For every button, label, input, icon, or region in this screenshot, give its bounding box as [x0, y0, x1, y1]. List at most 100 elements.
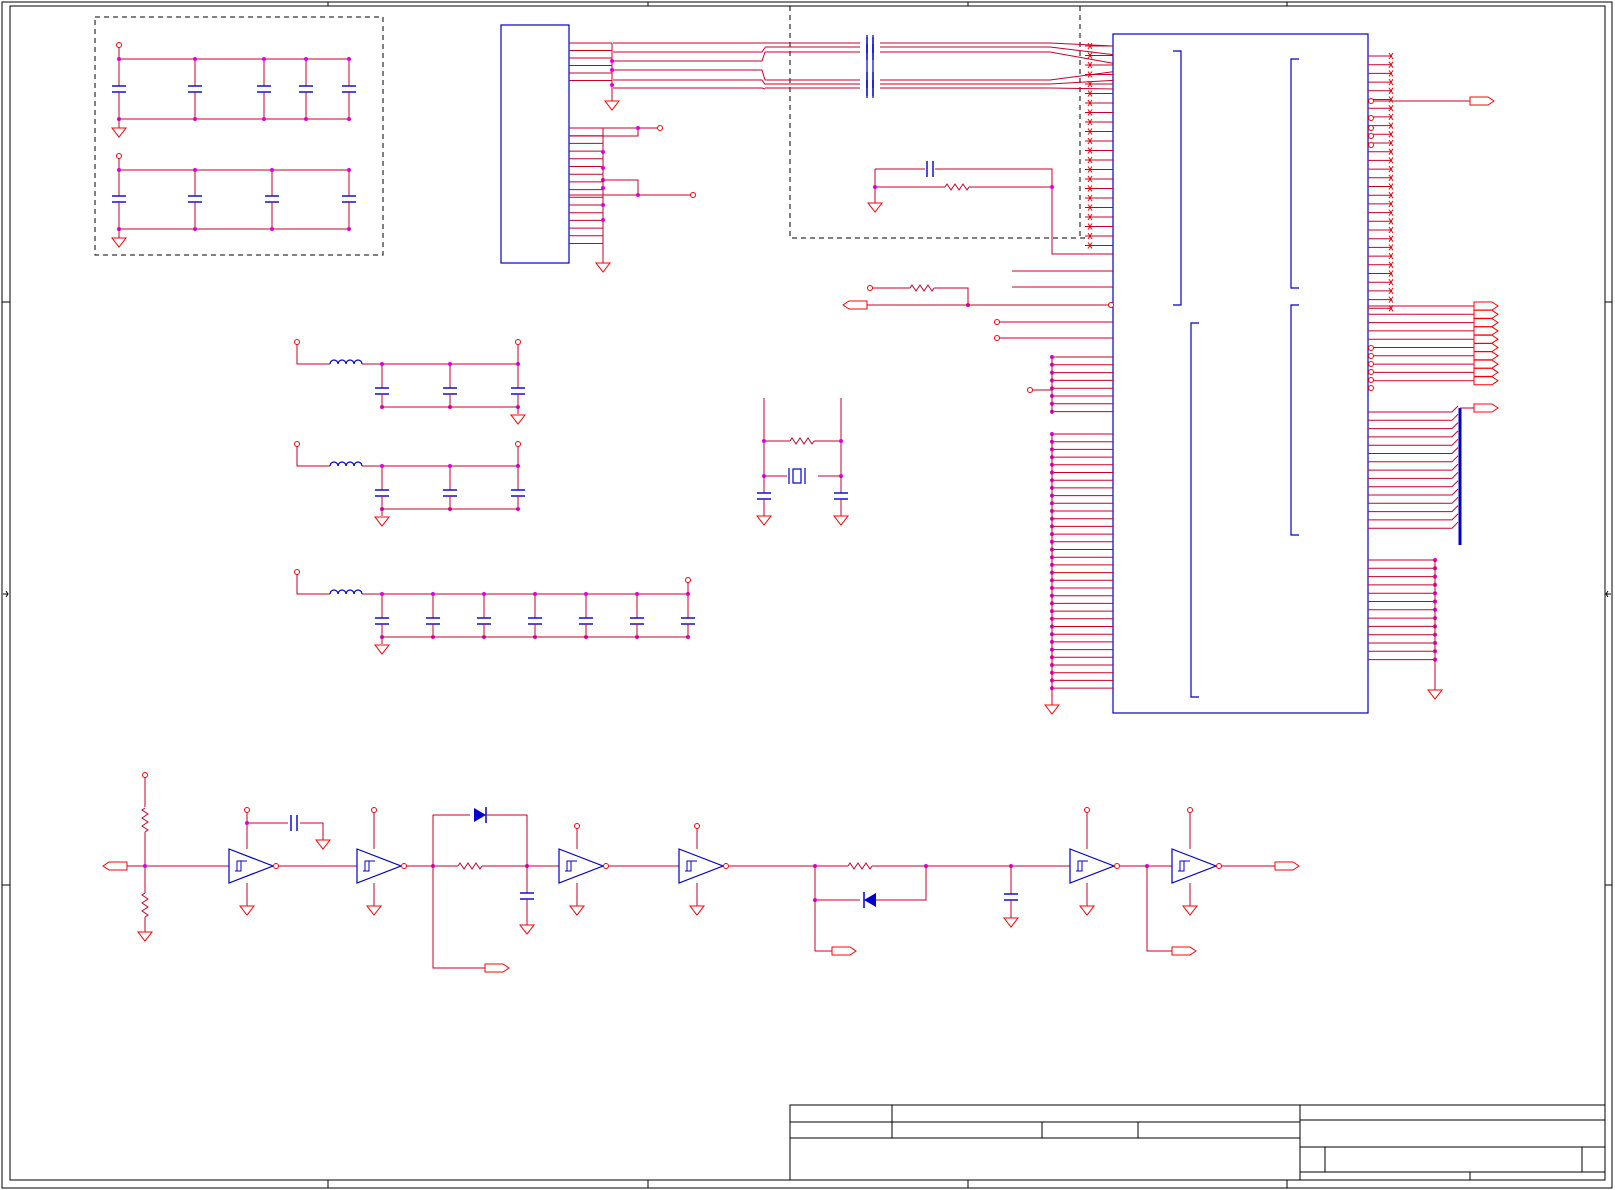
junction-dot	[482, 592, 486, 596]
wire	[613, 47, 766, 53]
junction-dot	[270, 168, 274, 172]
capacitor	[1004, 893, 1018, 901]
capacitor	[375, 387, 389, 395]
schmitt-buffer	[1171, 848, 1222, 884]
resistor	[141, 807, 149, 833]
wire	[935, 168, 1113, 255]
wire	[880, 42, 1114, 47]
ground-symbol	[688, 905, 706, 916]
junction-dot	[143, 864, 147, 868]
wire	[934, 287, 969, 305]
pin-marker	[1368, 385, 1374, 391]
junction-dot	[601, 218, 605, 222]
ground-symbol	[373, 516, 391, 527]
ground-symbol	[110, 237, 128, 248]
wire	[880, 71, 1114, 81]
title-block	[789, 1104, 1606, 1181]
wire	[814, 866, 860, 901]
capacitor	[866, 72, 874, 88]
buffer-body	[228, 848, 275, 884]
capacitor	[511, 387, 525, 395]
junction-dot	[431, 592, 435, 596]
capacitor	[265, 195, 279, 203]
ground-symbol	[518, 924, 536, 935]
capacitor	[342, 195, 356, 203]
buffer-body	[356, 848, 403, 884]
ground-symbol	[238, 905, 256, 916]
capacitor	[630, 617, 644, 625]
off-page-port	[842, 300, 868, 310]
capacitor	[528, 617, 542, 625]
power-port	[867, 285, 873, 291]
wire	[880, 87, 1114, 90]
capacitor	[443, 489, 457, 497]
power-port	[690, 192, 696, 198]
power-port	[294, 441, 300, 447]
junction-dot	[193, 117, 197, 121]
power-port	[657, 125, 663, 131]
pin-marker	[1368, 369, 1374, 375]
buffer-output-pin	[603, 863, 609, 869]
power-port	[515, 441, 521, 447]
wire	[613, 51, 766, 62]
off-page-port	[831, 946, 857, 956]
ground-symbol	[1181, 905, 1199, 916]
wire	[603, 179, 639, 195]
off-page-port	[1473, 326, 1499, 336]
off-page-port	[1473, 343, 1499, 352]
off-page-port	[484, 963, 510, 973]
resistor	[847, 862, 873, 870]
hysteresis-mark	[565, 860, 577, 872]
wire	[1368, 405, 1459, 413]
buffer-output-pin	[723, 863, 729, 869]
pin-marker	[1368, 115, 1374, 121]
resistor	[909, 284, 935, 292]
junction-dot	[304, 117, 308, 121]
power-port	[694, 823, 700, 829]
capacitor	[681, 617, 695, 625]
buffer-output-pin	[1216, 863, 1222, 869]
capacitor	[866, 80, 874, 96]
junction-dot	[448, 362, 452, 366]
resistor	[789, 437, 815, 445]
power-port	[994, 319, 1000, 325]
ground-symbol	[755, 515, 773, 526]
pin-marker	[1368, 377, 1374, 383]
ground-symbol	[136, 931, 154, 942]
off-page-port	[1473, 309, 1499, 319]
resistor	[141, 892, 149, 918]
wire	[1368, 438, 1459, 446]
junction-dot	[347, 168, 351, 172]
power-port	[116, 42, 122, 48]
off-page-port	[1473, 351, 1499, 361]
ground-symbol	[866, 202, 884, 213]
power-port	[1187, 807, 1193, 813]
power-port	[515, 339, 521, 345]
capacitor	[443, 387, 457, 395]
wire	[296, 344, 330, 365]
wire	[486, 814, 528, 893]
wire	[1368, 505, 1459, 513]
ground-symbol	[314, 839, 332, 850]
power-port	[116, 153, 122, 159]
off-page-port	[1469, 96, 1495, 106]
capacitor	[342, 85, 356, 93]
junction-dot	[380, 362, 384, 366]
wire	[1368, 455, 1459, 463]
junction-dot	[347, 227, 351, 231]
junction-dot	[636, 193, 640, 197]
ground-symbol	[568, 905, 586, 916]
power-port	[685, 577, 691, 583]
wire	[613, 79, 766, 85]
junction-dot	[636, 126, 640, 130]
junction-dot	[635, 592, 639, 596]
wire	[1368, 472, 1459, 479]
wire	[613, 69, 766, 81]
capacitor	[299, 85, 313, 93]
buffer-body	[678, 848, 725, 884]
off-page-port	[1473, 376, 1499, 386]
off-page-port	[1473, 301, 1499, 311]
ground-symbol	[365, 905, 383, 916]
capacitor	[375, 489, 389, 497]
junction-dot	[762, 439, 766, 443]
